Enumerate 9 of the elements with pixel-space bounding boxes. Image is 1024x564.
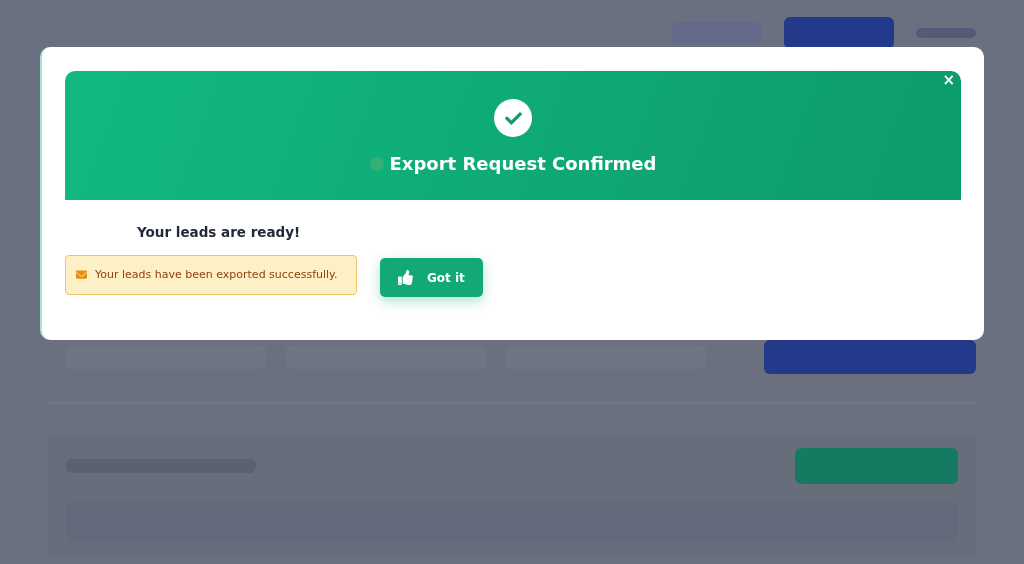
check-circle-icon <box>494 99 532 137</box>
ready-heading: Your leads are ready! <box>137 224 302 240</box>
alert-text: Your leads have been exported successfully. <box>95 268 338 281</box>
close-button[interactable]: × <box>940 71 957 89</box>
circle-icon <box>369 156 384 171</box>
got-it-button[interactable]: Got it <box>380 258 483 297</box>
envelope-icon <box>76 269 87 280</box>
dialog-title: Export Request Confirmed <box>389 153 657 174</box>
thumbs-up-icon <box>398 270 413 285</box>
